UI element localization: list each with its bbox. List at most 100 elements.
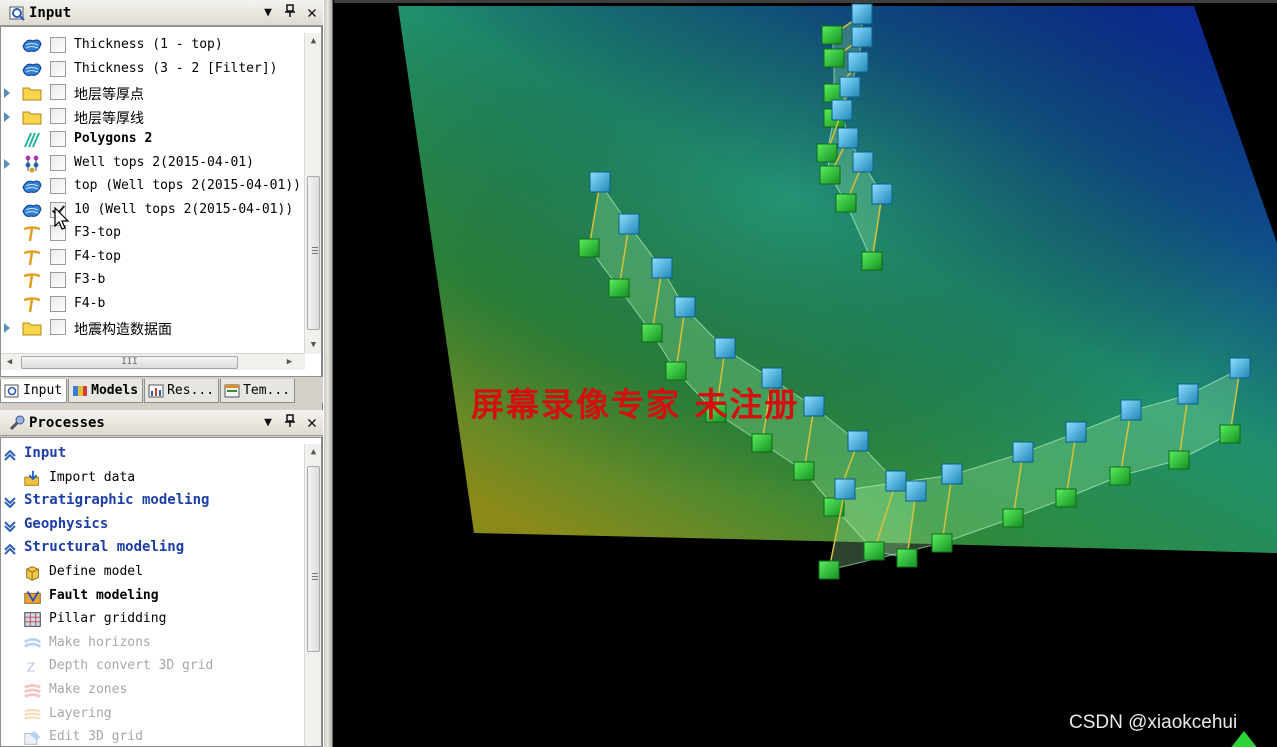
- chevron-down-icon[interactable]: [3, 494, 17, 509]
- visibility-checkbox[interactable]: [50, 319, 66, 335]
- processes-pane-pin-button[interactable]: [279, 413, 301, 432]
- scroll-grip-line: [312, 576, 318, 577]
- process-item[interactable]: Z Depth convert 3D grid: [1, 655, 301, 678]
- tree-expand-arrow-icon[interactable]: [4, 158, 10, 169]
- process-item[interactable]: Edit 3D grid: [1, 726, 301, 746]
- tree-item-label: Thickness (3 - 2 [Filter]): [74, 60, 278, 76]
- processes-pane-dropdown-button[interactable]: ▼: [257, 415, 279, 430]
- visibility-checkbox[interactable]: [50, 37, 66, 53]
- visibility-checkbox[interactable]: [50, 107, 66, 124]
- input-pane-dropdown-button[interactable]: ▼: [257, 5, 279, 20]
- input-tree-item[interactable]: Well tops 2(2015-04-01): [1, 152, 301, 175]
- processes-vertical-scrollbar[interactable]: ▲: [304, 444, 321, 746]
- scroll-thumb[interactable]: [307, 466, 320, 652]
- process-item[interactable]: Make zones: [1, 679, 301, 702]
- pillar-bottom-node: [578, 238, 600, 258]
- folder-icon: [22, 111, 42, 124]
- process-label: Import data: [49, 469, 136, 485]
- process-category-label: Geophysics: [24, 515, 109, 532]
- pillar-top-node: [905, 480, 927, 502]
- chevron-up-icon[interactable]: [3, 447, 17, 461]
- pillar-top-node: [847, 51, 869, 73]
- scroll-thumb[interactable]: [307, 176, 320, 330]
- visibility-checkbox[interactable]: [50, 84, 66, 100]
- process-item[interactable]: Fault modeling: [1, 585, 301, 608]
- visibility-checkbox[interactable]: [50, 248, 66, 265]
- layering-icon: [24, 708, 41, 720]
- visibility-checkbox[interactable]: [50, 295, 66, 312]
- process-category[interactable]: Geophysics: [1, 514, 301, 537]
- pillar-top-node: [941, 463, 963, 485]
- input-pane-pin-button[interactable]: [279, 3, 301, 22]
- process-label: Layering: [49, 705, 112, 721]
- horizontal-scroll-thumb[interactable]: III: [21, 356, 238, 369]
- scroll-down-arrow-icon[interactable]: ▼: [305, 337, 321, 354]
- process-item[interactable]: Layering: [1, 703, 301, 726]
- processes-pane-close-button[interactable]: ✕: [301, 413, 323, 433]
- tab-models[interactable]: Models: [68, 379, 144, 403]
- input-tree-item[interactable]: 地层等厚点: [1, 81, 301, 104]
- process-item[interactable]: Pillar gridding: [1, 608, 301, 631]
- input-tree-item[interactable]: 地层等厚线: [1, 105, 301, 128]
- pillar-top-node: [1177, 383, 1199, 405]
- explorer-tab-strip: Input Models Res... Tem...: [0, 377, 323, 403]
- process-category[interactable]: Structural modeling: [1, 537, 301, 560]
- tab-tem[interactable]: Tem...: [220, 379, 296, 403]
- tree-expand-arrow-icon[interactable]: [4, 88, 10, 98]
- input-tree-item[interactable]: F4-b: [1, 293, 301, 316]
- input-tree-item[interactable]: Polygons 2: [1, 128, 301, 151]
- pillar-top-node: [1229, 357, 1251, 379]
- input-tree-item[interactable]: F4-top: [1, 246, 301, 269]
- tree-expand-arrow-icon[interactable]: [4, 323, 10, 333]
- scroll-right-arrow-icon[interactable]: ▶: [281, 354, 298, 371]
- chevron-up-icon[interactable]: [3, 541, 17, 556]
- scroll-left-arrow-icon[interactable]: ◀: [1, 354, 18, 371]
- process-icon: [23, 587, 43, 606]
- chevron-down-icon[interactable]: [3, 518, 17, 532]
- input-tree-vertical-scrollbar[interactable]: ▲ ▼: [304, 33, 321, 354]
- 3d-viewport[interactable]: 屏幕录像专家 未注册: [334, 0, 1277, 747]
- well-tops-icon: [25, 155, 39, 172]
- visibility-checkbox[interactable]: [50, 154, 66, 171]
- scroll-up-arrow-icon[interactable]: ▲: [305, 444, 321, 461]
- mouse-cursor-icon: [54, 206, 70, 231]
- tree-expand-arrow-icon[interactable]: [4, 111, 10, 122]
- input-tree-item[interactable]: Thickness (1 - top): [1, 34, 301, 57]
- visibility-checkbox[interactable]: [50, 272, 66, 288]
- edit-3d-grid-icon: [24, 730, 41, 745]
- input-tree-item[interactable]: 10 (Well tops 2(2015-04-01)): [1, 199, 301, 222]
- process-icon: [23, 610, 43, 629]
- visibility-checkbox[interactable]: [50, 60, 66, 77]
- tab-res[interactable]: Res...: [144, 379, 220, 403]
- pillar-top-node: [851, 3, 873, 25]
- pillar-top-node: [803, 395, 825, 417]
- process-label: Make zones: [49, 682, 128, 697]
- process-item[interactable]: Import data: [1, 467, 301, 490]
- visibility-checkbox[interactable]: [50, 178, 66, 194]
- tree-item-icon: [21, 271, 43, 290]
- tree-item-icon: [21, 201, 43, 220]
- process-icon: [23, 681, 43, 700]
- input-pane-close-button[interactable]: ✕: [301, 3, 323, 23]
- input-tree-item[interactable]: top (Well tops 2(2015-04-01)): [1, 175, 301, 198]
- tab-input[interactable]: Input: [0, 379, 68, 403]
- process-item[interactable]: Define model: [1, 561, 301, 584]
- scroll-grip-line: [312, 573, 318, 574]
- processes-pane-title: Processes: [29, 414, 105, 431]
- input-tree-item[interactable]: 地震构造数据面: [1, 316, 301, 339]
- scroll-grip-line: [312, 250, 318, 251]
- folder-icon: [22, 322, 42, 336]
- process-item[interactable]: Make horizons: [1, 632, 301, 655]
- input-tree-item[interactable]: F3-b: [1, 269, 301, 292]
- process-category[interactable]: Stratigraphic modeling: [1, 490, 301, 513]
- input-tree-horizontal-scrollbar[interactable]: ◀ III ▶: [1, 353, 305, 370]
- tab-label: Models: [91, 383, 139, 398]
- scroll-up-arrow-icon[interactable]: ▲: [305, 33, 321, 50]
- visibility-checkbox[interactable]: [50, 131, 66, 147]
- input-tree-item[interactable]: Thickness (3 - 2 [Filter]): [1, 58, 301, 81]
- process-category[interactable]: Input: [1, 443, 301, 466]
- dock-splitter[interactable]: [323, 0, 333, 747]
- tree-item-label: F3-top: [74, 225, 121, 240]
- input-tree-item[interactable]: F3-top: [1, 222, 301, 245]
- tree-item-icon: [21, 154, 43, 173]
